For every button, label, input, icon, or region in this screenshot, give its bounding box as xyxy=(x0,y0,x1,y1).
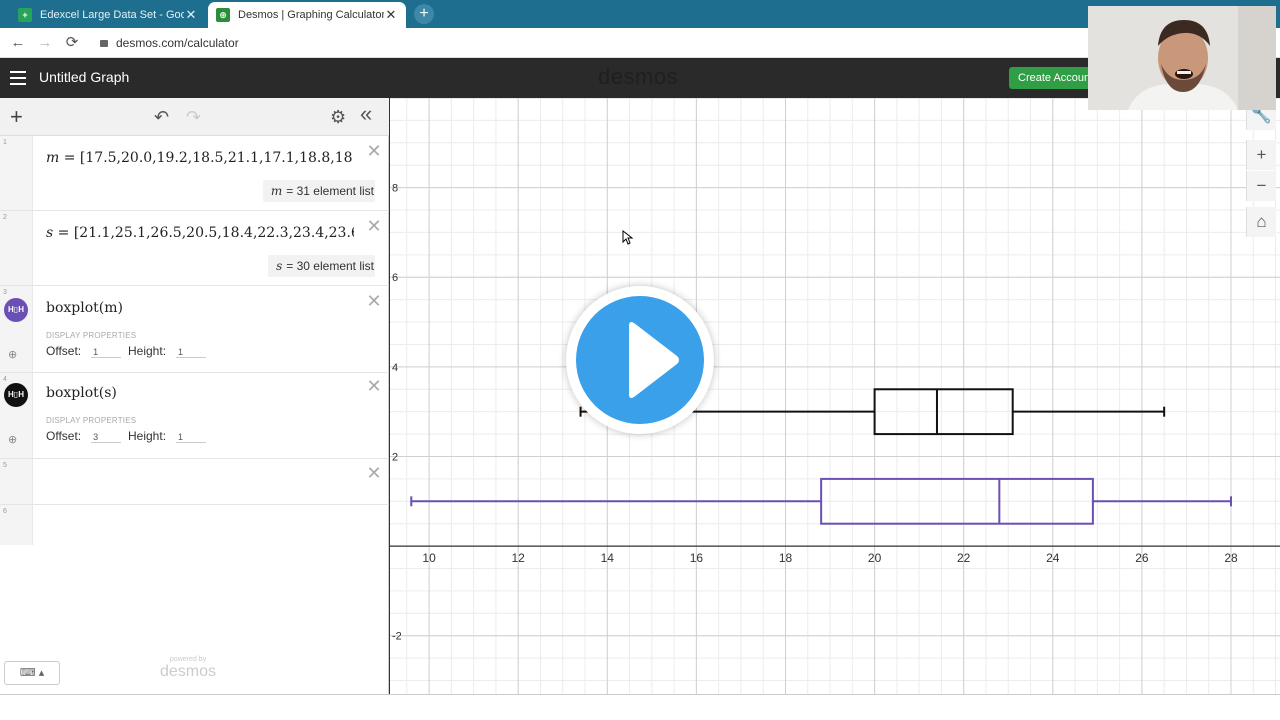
height-input[interactable]: 1 xyxy=(176,432,207,443)
delete-expression-icon[interactable]: ✕ xyxy=(365,291,383,312)
powered-by-desmos[interactable]: powered by desmos xyxy=(160,656,216,681)
new-tab-button[interactable]: + xyxy=(414,4,434,24)
url-field[interactable]: desmos.com/calculator xyxy=(100,33,239,53)
reload-button[interactable]: ⟳ xyxy=(62,33,82,53)
y-tick-labels: 8 6 4 2 -2 xyxy=(392,183,402,643)
expression-readout: s = 30 element list xyxy=(268,255,375,277)
display-properties-label: DISPLAY PROPERTIES xyxy=(46,331,137,340)
y-tick-label: -2 xyxy=(392,631,402,643)
presenter-image xyxy=(1088,6,1276,110)
expression-panel: + ↶ ↷ ⚙ « 1 m = [17.5,20.0,19.2,18.5,21.… xyxy=(0,98,389,694)
expression-toolbar: + ↶ ↷ ⚙ « xyxy=(0,98,389,136)
x-tick-label: 26 xyxy=(1135,551,1149,565)
major-gridlines xyxy=(389,98,1280,694)
expression-row-s[interactable]: 2 s = [21.1,25.1,26.5,20.5,18.4,22.3,23.… xyxy=(0,211,389,286)
tab-desmos[interactable]: ⊕ Desmos | Graphing Calculator ✕ xyxy=(208,2,406,28)
collapse-panel-icon[interactable]: « xyxy=(360,103,372,125)
tab-title: Edexcel Large Data Set - Google xyxy=(40,9,184,21)
offset-input[interactable]: 1 xyxy=(91,347,122,358)
expression-readout: m = 31 element list xyxy=(262,180,375,202)
offset-property: Offset: 3 xyxy=(46,429,122,443)
expression-row-boxplot-s[interactable]: 4 H▯H ⊕ boxplot(s) ✕ DISPLAY PROPERTIES … xyxy=(0,373,389,459)
mouse-cursor-icon xyxy=(622,230,634,245)
x-tick-label: 18 xyxy=(779,551,793,565)
offset-property: Offset: 1 xyxy=(46,344,122,358)
bottom-status-bar xyxy=(0,694,1280,720)
graph-canvas[interactable]: 10 12 14 16 18 20 22 24 26 28 8 6 4 2 -2 xyxy=(389,98,1280,694)
x-tick-label: 14 xyxy=(601,551,615,565)
zoom-to-fit-icon[interactable]: ⊕ xyxy=(8,348,22,362)
graph-title[interactable]: Untitled Graph xyxy=(39,69,129,85)
list-values: [21.1,25.1,26.5,20.5,18.4,22.3,23.4,23.6 xyxy=(73,225,354,241)
expression-gutter: 5 xyxy=(0,459,33,504)
tab-title: Desmos | Graphing Calculator xyxy=(238,9,384,21)
expression-row-m[interactable]: 1 m = [17.5,20.0,19.2,18.5,21.1,17.1,18.… xyxy=(0,136,389,211)
expression-row-empty[interactable]: 5 ✕ xyxy=(0,459,389,505)
undo-button[interactable]: ↶ xyxy=(154,107,169,127)
expression-row-boxplot-m[interactable]: 3 H▯H ⊕ boxplot(m) ✕ DISPLAY PROPERTIES … xyxy=(0,286,389,373)
zoom-out-button[interactable]: − xyxy=(1246,171,1276,201)
zoom-to-fit-icon[interactable]: ⊕ xyxy=(8,433,22,447)
back-button[interactable]: ← xyxy=(8,33,28,53)
list-values: [17.5,20.0,19.2,18.5,21.1,17.1,18.8,18 xyxy=(79,150,353,166)
expression-math[interactable]: s = [21.1,25.1,26.5,20.5,18.4,22.3,23.4,… xyxy=(46,225,354,241)
desmos-logo: desmos xyxy=(598,64,679,89)
keyboard-toggle-button[interactable]: ⌨ ▴ xyxy=(4,661,60,685)
menu-icon[interactable] xyxy=(10,71,26,85)
expression-math[interactable]: boxplot(m) xyxy=(46,300,123,316)
close-tab-icon[interactable]: ✕ xyxy=(384,7,398,23)
redo-button[interactable]: ↷ xyxy=(186,107,201,127)
x-tick-label: 22 xyxy=(957,551,971,565)
expression-gutter: 2 xyxy=(0,211,33,285)
offset-input[interactable]: 3 xyxy=(91,432,122,443)
y-tick-label: 8 xyxy=(392,183,398,195)
height-property: Height: 1 xyxy=(128,344,207,358)
x-tick-label: 12 xyxy=(512,551,526,565)
sheets-icon: + xyxy=(18,8,32,22)
height-property: Height: 1 xyxy=(128,429,207,443)
play-button[interactable] xyxy=(566,286,714,434)
delete-expression-icon[interactable]: ✕ xyxy=(365,376,383,397)
add-item-button[interactable]: + xyxy=(10,106,23,128)
x-tick-label: 16 xyxy=(690,551,704,565)
x-tick-label: 24 xyxy=(1046,551,1060,565)
forward-button[interactable]: → xyxy=(35,33,55,53)
create-account-button[interactable]: Create Account xyxy=(1009,67,1099,89)
expression-math[interactable]: m = [17.5,20.0,19.2,18.5,21.1,17.1,18.8,… xyxy=(46,150,354,166)
webcam-overlay xyxy=(1088,6,1276,110)
delete-expression-icon[interactable]: ✕ xyxy=(365,216,383,237)
expression-math[interactable]: boxplot(s) xyxy=(46,385,117,401)
expression-gutter: 1 xyxy=(0,136,33,210)
x-tick-label: 28 xyxy=(1224,551,1238,565)
boxplot-icon[interactable]: H▯H xyxy=(4,298,28,322)
delete-expression-icon[interactable]: ✕ xyxy=(365,463,383,484)
settings-icon[interactable]: ⚙ xyxy=(330,107,346,127)
play-icon xyxy=(576,296,704,424)
close-tab-icon[interactable]: ✕ xyxy=(184,7,198,23)
graph-paper[interactable]: 10 12 14 16 18 20 22 24 26 28 8 6 4 2 -2 🔧 + − ⌂ xyxy=(389,98,1280,694)
y-tick-label: 2 xyxy=(392,451,398,463)
x-tick-label: 10 xyxy=(422,551,436,565)
zoom-in-button[interactable]: + xyxy=(1246,140,1276,170)
boxplot-icon[interactable]: H▯H xyxy=(4,383,28,407)
url-text: desmos.com/calculator xyxy=(116,36,239,50)
expression-gutter: 6 xyxy=(0,505,33,545)
x-tick-label: 20 xyxy=(868,551,882,565)
y-tick-label: 4 xyxy=(392,362,398,374)
height-input[interactable]: 1 xyxy=(176,347,207,358)
expression-row-new[interactable]: 6 xyxy=(0,505,389,545)
display-properties-label: DISPLAY PROPERTIES xyxy=(46,416,137,425)
home-icon[interactable]: ⌂ xyxy=(1246,207,1276,237)
delete-expression-icon[interactable]: ✕ xyxy=(365,141,383,162)
lock-icon xyxy=(100,40,108,47)
tab-edexcel[interactable]: + Edexcel Large Data Set - Google ✕ xyxy=(10,2,206,28)
desmos-icon: ⊕ xyxy=(216,8,230,22)
y-tick-label: 6 xyxy=(392,272,398,284)
